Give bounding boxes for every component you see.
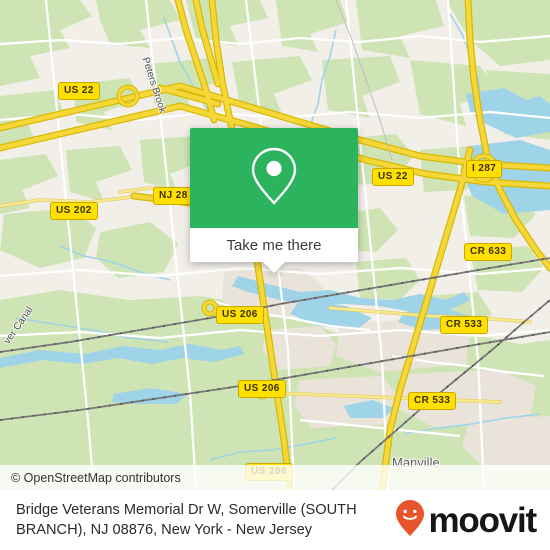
take-me-there-button[interactable]: Take me there (190, 228, 358, 262)
road-shield-cr533-south[interactable]: CR 533 (408, 392, 457, 410)
map-canvas[interactable]: Peters Brook ver Canal Manville US 22 US… (0, 0, 550, 490)
destination-card[interactable]: Take me there (190, 128, 358, 273)
address-text: Bridge Veterans Memorial Dr W, Somervill… (16, 502, 357, 538)
card-icon-area (190, 128, 358, 228)
map-attribution-bar: © OpenStreetMap contributors (0, 465, 550, 490)
card-pointer (263, 262, 285, 273)
moovit-logo[interactable]: moovit (395, 499, 542, 542)
road-shield-us206-north[interactable]: US 206 (216, 306, 264, 324)
footer-bar: Bridge Veterans Memorial Dr W, Somervill… (0, 490, 550, 550)
moovit-map-screenshot: Peters Brook ver Canal Manville US 22 US… (0, 0, 550, 550)
road-shield-nj28[interactable]: NJ 28 (153, 187, 194, 205)
take-me-there-label: Take me there (226, 236, 322, 254)
road-shield-us202[interactable]: US 202 (50, 202, 98, 220)
road-shield-us22-west[interactable]: US 22 (58, 82, 100, 100)
road-shield-cr533-north[interactable]: CR 533 (440, 316, 489, 334)
road-shield-us22-east[interactable]: US 22 (372, 168, 414, 186)
road-shield-cr633[interactable]: CR 633 (464, 243, 513, 261)
moovit-pin-icon (395, 499, 425, 542)
road-shield-i287[interactable]: I 287 (466, 160, 503, 178)
road-shield-us206-mid[interactable]: US 206 (238, 380, 286, 398)
map-pin-icon (250, 146, 298, 211)
moovit-wordmark: moovit (428, 500, 537, 540)
osm-attribution-text[interactable]: © OpenStreetMap contributors (0, 471, 181, 485)
